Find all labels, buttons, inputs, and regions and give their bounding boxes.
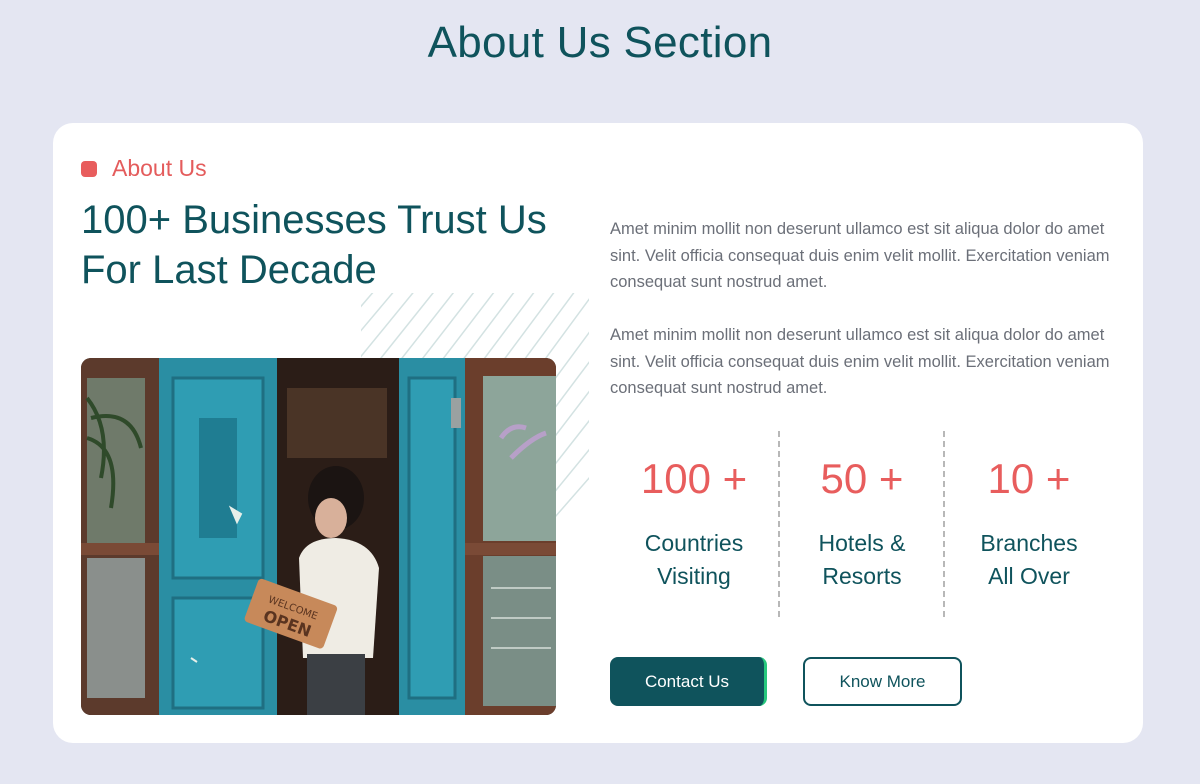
page-title: About Us Section [427,18,773,67]
know-more-button[interactable]: Know More [803,657,962,706]
stat-caption-line-2: All Over [988,563,1070,589]
storefront-photo: WELCOME OPEN [81,358,556,715]
headline-line-1: 100+ Businesses Trust Us [81,198,547,242]
about-card: About Us 100+ Businesses Trust Us For La… [53,123,1143,743]
stat-caption-line-1: Branches [980,530,1078,556]
stat-caption-line-1: Hotels & [818,530,906,556]
eyebrow-square-icon [81,160,97,177]
headline-line-2: For Last Decade [81,248,377,292]
stat-branches: 10 + Branches All Over [945,431,1113,617]
section-eyebrow: About Us [81,155,207,182]
stats-row: 100 + Countries Visiting 50 + Hotels & R… [610,431,1110,617]
stat-caption-line-2: Visiting [657,563,731,589]
about-paragraph-1: Amet minim mollit non deserunt ullamco e… [610,220,1110,291]
about-paragraph-2: Amet minim mollit non deserunt ullamco e… [610,326,1110,397]
stat-value: 10 + [987,455,1071,502]
stat-caption: Countries Visiting [610,527,778,593]
stat-caption-line-1: Countries [644,530,744,556]
eyebrow-label: About Us [112,155,207,181]
stat-caption: Hotels & Resorts [780,527,944,593]
stat-value: 50 + [820,455,904,502]
stat-countries: 100 + Countries Visiting [610,431,778,617]
stat-value: 100 + [640,455,748,502]
stat-caption: Branches All Over [945,527,1113,593]
stat-caption-line-2: Resorts [822,563,902,589]
contact-us-button[interactable]: Contact Us [610,657,767,706]
about-headline: 100+ Businesses Trust Us For Last Decade [81,195,601,295]
stat-hotels: 50 + Hotels & Resorts [780,431,944,617]
